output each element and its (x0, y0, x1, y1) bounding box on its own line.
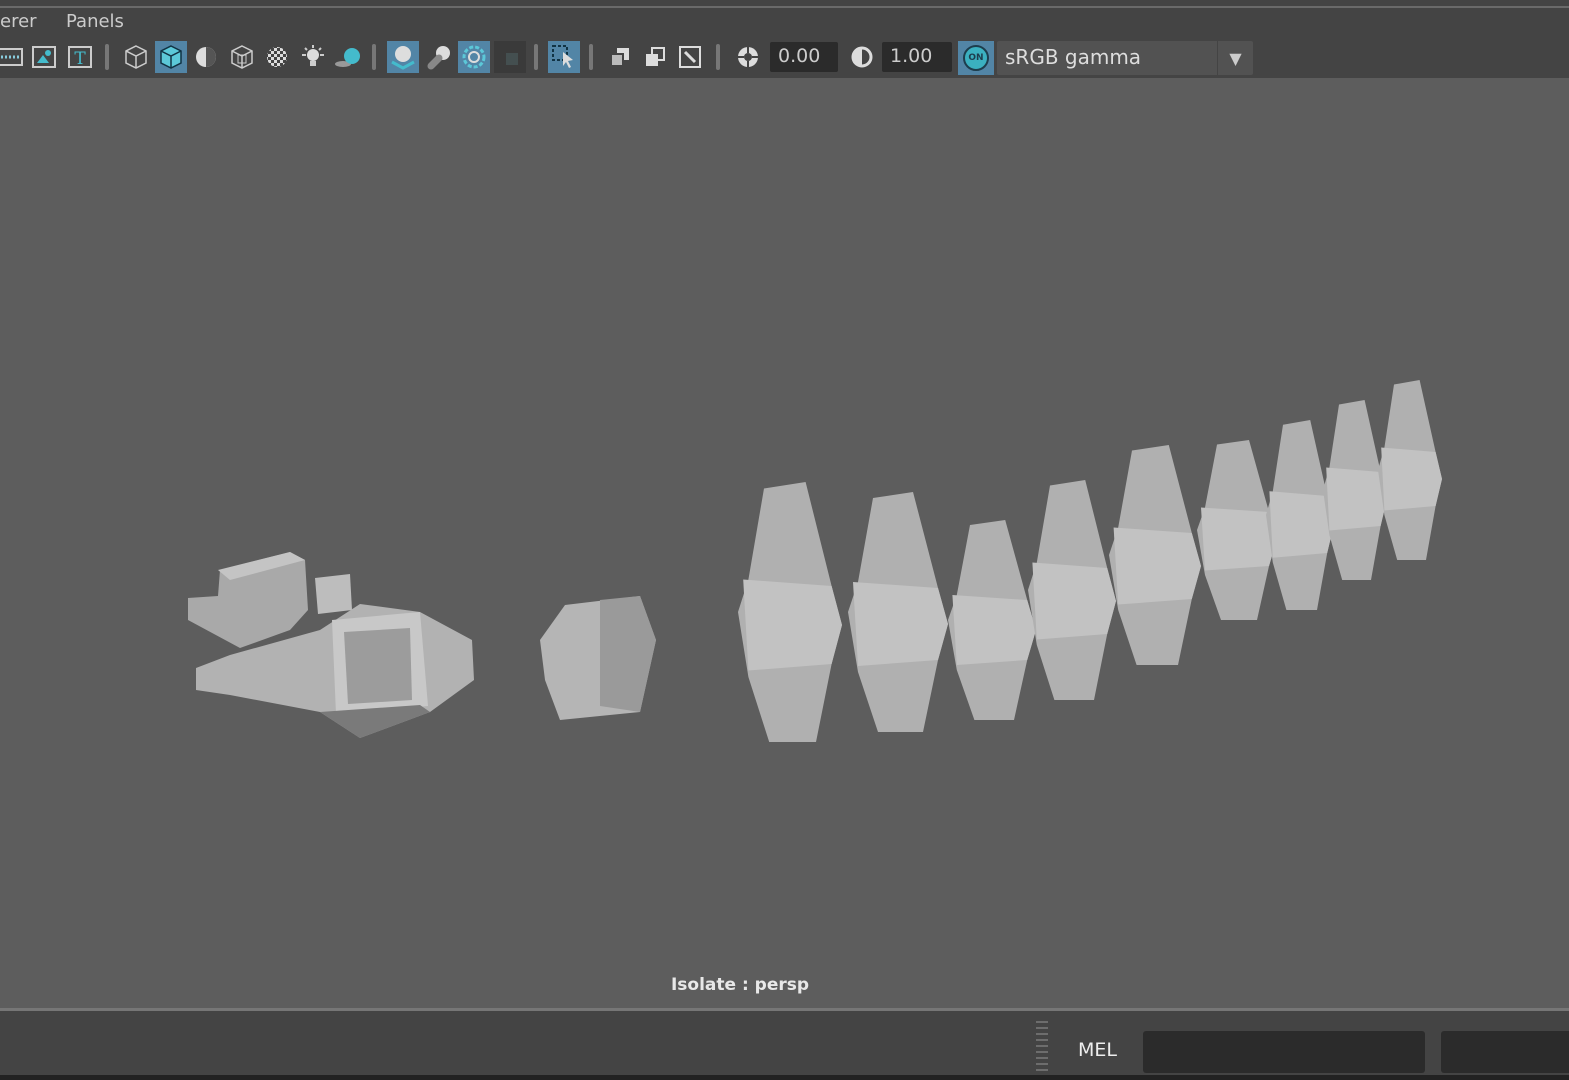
vertebra-body (1326, 467, 1387, 531)
shadows-icon[interactable] (332, 41, 364, 73)
anti-aliasing-icon[interactable] (458, 41, 490, 73)
window-bottom-edge (0, 1075, 1569, 1080)
command-line-bar: MEL (0, 1008, 1569, 1080)
vertebra-body (1032, 562, 1116, 640)
vertebra-body (743, 579, 842, 671)
vertebra-body (1381, 447, 1442, 511)
toolbar-separator (534, 44, 538, 70)
toolbar-separator (105, 44, 109, 70)
gamma-icon[interactable] (846, 41, 878, 73)
exposure-field[interactable]: 0.00 (770, 42, 838, 72)
color-space-value: sRGB gamma (1005, 45, 1142, 69)
scene-models (188, 380, 1442, 742)
gamma-field[interactable]: 1.00 (882, 42, 952, 72)
wireframe-cube-icon[interactable] (120, 41, 152, 73)
bounding-box-icon[interactable] (226, 41, 258, 73)
window-top-edge (0, 0, 1569, 8)
command-result-field (1441, 1031, 1569, 1073)
vertebra-body (1113, 527, 1201, 605)
color-space-dropdown[interactable]: sRGB gamma ▼ (997, 41, 1253, 75)
textured-icon[interactable] (261, 41, 293, 73)
3d-viewport[interactable] (0, 78, 1569, 1008)
svg-text:T: T (74, 49, 86, 69)
color-management-toggle[interactable]: ON (958, 41, 994, 75)
text-icon[interactable]: T (64, 41, 96, 73)
exposure-icon[interactable] (732, 41, 764, 73)
xray-icon[interactable] (639, 41, 671, 73)
panel-toolbar: T 0.00 1.00 ON sRGB gamma ▼ (0, 38, 1569, 78)
toolbar-separator (589, 44, 593, 70)
mesh-front-piece (188, 552, 474, 738)
xray-joints-icon[interactable] (674, 41, 706, 73)
menu-panels[interactable]: Panels (66, 11, 124, 32)
film-gate-icon[interactable] (28, 41, 60, 73)
vertebra-body (952, 595, 1036, 665)
mesh-spine-segments (738, 380, 1442, 742)
isolate-hud-label: Isolate : persp (670, 975, 810, 995)
motion-blur-icon[interactable] (424, 41, 456, 73)
mel-language-toggle[interactable]: MEL (1078, 1039, 1117, 1061)
smooth-shade-icon[interactable] (155, 41, 187, 73)
chevron-down-icon[interactable]: ▼ (1217, 41, 1253, 75)
vertebra-body (853, 582, 948, 666)
menu-renderer[interactable]: erer (0, 11, 37, 32)
screen-space-ao-icon[interactable] (387, 41, 419, 73)
toolbar-separator (716, 44, 720, 70)
command-input[interactable] (1143, 1031, 1425, 1073)
toolbar-separator (372, 44, 376, 70)
drag-handle[interactable] (1036, 1021, 1048, 1076)
select-camera-icon[interactable] (548, 41, 580, 73)
mesh-cube-piece (540, 596, 656, 720)
depth-of-field-icon[interactable] (494, 41, 526, 73)
vertebra-body (1269, 491, 1334, 558)
panel-menubar: erer Panels (0, 8, 1569, 38)
default-material-icon[interactable] (190, 41, 222, 73)
on-icon: ON (963, 45, 989, 71)
isolate-select-icon[interactable] (604, 41, 636, 73)
lights-icon[interactable] (297, 41, 329, 73)
vertebra-body (1201, 507, 1277, 571)
grid-icon[interactable] (0, 41, 26, 73)
